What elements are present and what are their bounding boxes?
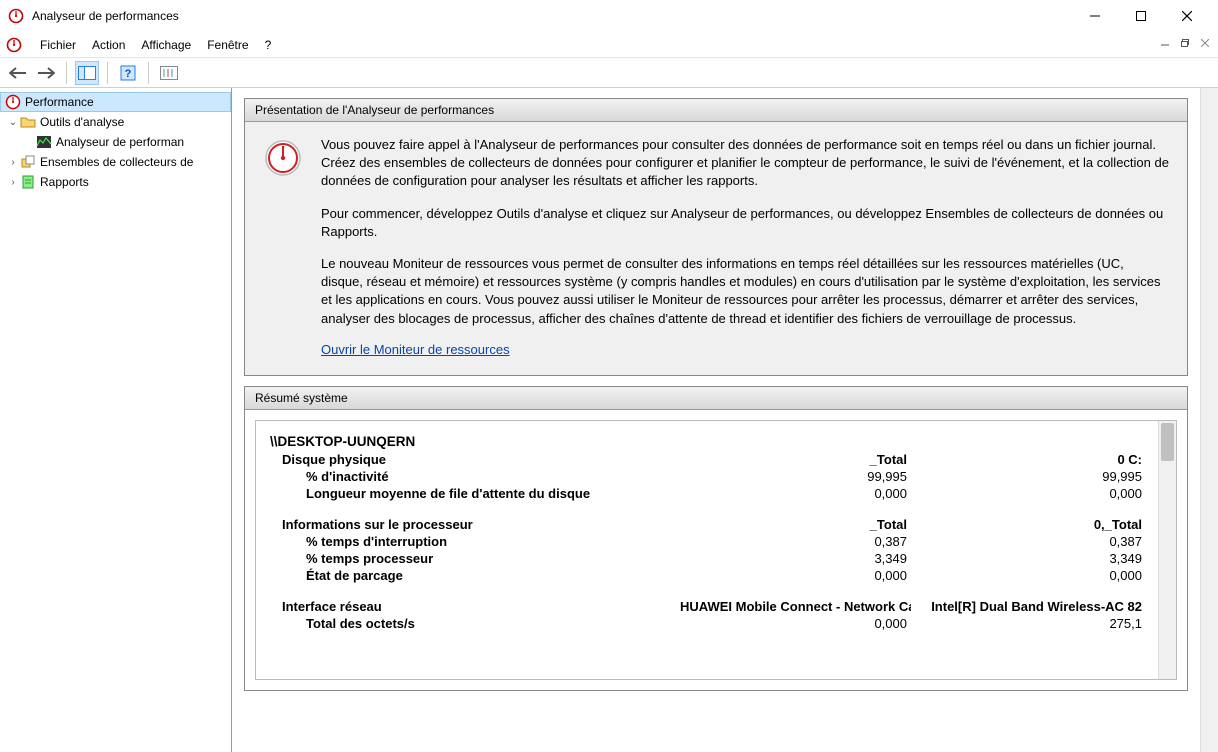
- tree-node-performance[interactable]: Performance: [0, 92, 231, 112]
- mdi-controls: [1156, 34, 1214, 52]
- summary-panel: Résumé système \\DESKTOP-UUNQERN Disque …: [244, 386, 1188, 691]
- host-name: \\DESKTOP-UUNQERN: [266, 433, 1146, 451]
- group-disk-label: Disque physique: [266, 451, 676, 468]
- help-button[interactable]: ?: [116, 61, 140, 85]
- mdi-minimize-button[interactable]: [1156, 34, 1174, 52]
- toolbar: ?: [0, 58, 1218, 88]
- caret-right-icon[interactable]: ›: [6, 177, 20, 188]
- summary-table-container: \\DESKTOP-UUNQERN Disque physique _Total…: [255, 420, 1177, 680]
- stat-label: % temps d'interruption: [266, 533, 676, 550]
- system-summary-table: \\DESKTOP-UUNQERN Disque physique _Total…: [266, 433, 1146, 632]
- close-button[interactable]: [1164, 1, 1210, 31]
- overview-panel-header: Présentation de l'Analyseur de performan…: [245, 99, 1187, 122]
- counters-view-button[interactable]: [157, 61, 181, 85]
- stat-value: 99,995: [676, 468, 911, 485]
- stat-label: Total des octets/s: [266, 615, 676, 632]
- maximize-button[interactable]: [1118, 1, 1164, 31]
- svg-text:?: ?: [125, 68, 132, 80]
- menu-help[interactable]: ?: [257, 35, 280, 55]
- net-col2: Intel[R] Dual Band Wireless-AC 82: [911, 598, 1146, 615]
- minimize-button[interactable]: [1072, 1, 1118, 31]
- tree-node-reports[interactable]: › Rapports: [0, 172, 231, 192]
- nav-forward-button[interactable]: [34, 61, 58, 85]
- tree-node-tools[interactable]: ⌄ Outils d'analyse: [0, 112, 231, 132]
- cpu-col1: _Total: [676, 516, 911, 533]
- mdi-close-button[interactable]: [1196, 34, 1214, 52]
- menubar: Fichier Action Affichage Fenêtre ?: [0, 32, 1218, 58]
- reports-icon: [20, 174, 36, 190]
- overview-para2: Pour commencer, développez Outils d'anal…: [321, 205, 1169, 241]
- stat-value: 99,995: [911, 468, 1146, 485]
- app-icon: [8, 8, 24, 24]
- content-area: Présentation de l'Analyseur de performan…: [232, 88, 1218, 752]
- overview-para1: Vous pouvez faire appel à l'Analyseur de…: [321, 136, 1169, 191]
- stat-value: 275,1: [911, 615, 1146, 632]
- perf-icon: [5, 94, 21, 110]
- menubar-app-icon: [6, 37, 22, 53]
- summary-panel-header: Résumé système: [245, 387, 1187, 410]
- stat-value: 0,000: [676, 615, 911, 632]
- mdi-restore-button[interactable]: [1176, 34, 1194, 52]
- stat-value: 0,000: [676, 567, 911, 584]
- group-net-label: Interface réseau: [266, 598, 676, 615]
- stat-label: État de parcage: [266, 567, 676, 584]
- toolbar-separator: [107, 62, 108, 84]
- caret-down-icon[interactable]: ⌄: [6, 117, 20, 128]
- collectors-icon: [20, 154, 36, 170]
- overview-icon: [263, 138, 303, 178]
- nav-back-button[interactable]: [6, 61, 30, 85]
- menu-action[interactable]: Action: [84, 35, 133, 55]
- toolbar-separator: [148, 62, 149, 84]
- stat-value: 0,387: [911, 533, 1146, 550]
- cpu-col2: 0,_Total: [911, 516, 1146, 533]
- scope-pane-button[interactable]: [75, 61, 99, 85]
- tree-node-perfmon[interactable]: Analyseur de performan: [0, 132, 231, 152]
- tree-pane[interactable]: Performance ⌄ Outils d'analyse Analyseur…: [0, 88, 232, 752]
- stat-value: 0,387: [676, 533, 911, 550]
- open-resmon-link[interactable]: Ouvrir le Moniteur de ressources: [321, 342, 510, 357]
- toolbar-separator: [66, 62, 67, 84]
- main-area: Performance ⌄ Outils d'analyse Analyseur…: [0, 88, 1218, 752]
- menu-view[interactable]: Affichage: [133, 35, 199, 55]
- content-scrollbar[interactable]: [1200, 88, 1218, 752]
- stat-value: 0,000: [911, 485, 1146, 502]
- tree-label: Performance: [25, 95, 94, 109]
- stat-value: 0,000: [676, 485, 911, 502]
- tree-label: Analyseur de performan: [56, 135, 184, 149]
- disk-col1: _Total: [676, 451, 911, 468]
- net-col1: HUAWEI Mobile Connect - Network Card: [676, 598, 911, 615]
- stat-value: 0,000: [911, 567, 1146, 584]
- overview-para3: Le nouveau Moniteur de ressources vous p…: [321, 255, 1169, 328]
- folder-icon: [20, 114, 36, 130]
- stat-label: % d'inactivité: [266, 468, 676, 485]
- group-cpu-label: Informations sur le processeur: [266, 516, 676, 533]
- overview-panel: Présentation de l'Analyseur de performan…: [244, 98, 1188, 376]
- disk-col2: 0 C:: [911, 451, 1146, 468]
- summary-scrollbar[interactable]: [1158, 421, 1176, 679]
- tree-label: Outils d'analyse: [40, 115, 124, 129]
- stat-label: Longueur moyenne de file d'attente du di…: [266, 485, 676, 502]
- menu-file[interactable]: Fichier: [32, 35, 84, 55]
- titlebar: Analyseur de performances: [0, 0, 1218, 32]
- stat-label: % temps processeur: [266, 550, 676, 567]
- tree-node-collectors[interactable]: › Ensembles de collecteurs de: [0, 152, 231, 172]
- tree-label: Ensembles de collecteurs de: [40, 155, 193, 169]
- chart-icon: [36, 134, 52, 150]
- stat-value: 3,349: [911, 550, 1146, 567]
- window-controls: [1072, 1, 1210, 31]
- tree-label: Rapports: [40, 175, 89, 189]
- menu-window[interactable]: Fenêtre: [199, 35, 256, 55]
- window-title: Analyseur de performances: [32, 9, 179, 23]
- stat-value: 3,349: [676, 550, 911, 567]
- caret-right-icon[interactable]: ›: [6, 157, 20, 168]
- overview-text: Vous pouvez faire appel à l'Analyseur de…: [321, 136, 1169, 357]
